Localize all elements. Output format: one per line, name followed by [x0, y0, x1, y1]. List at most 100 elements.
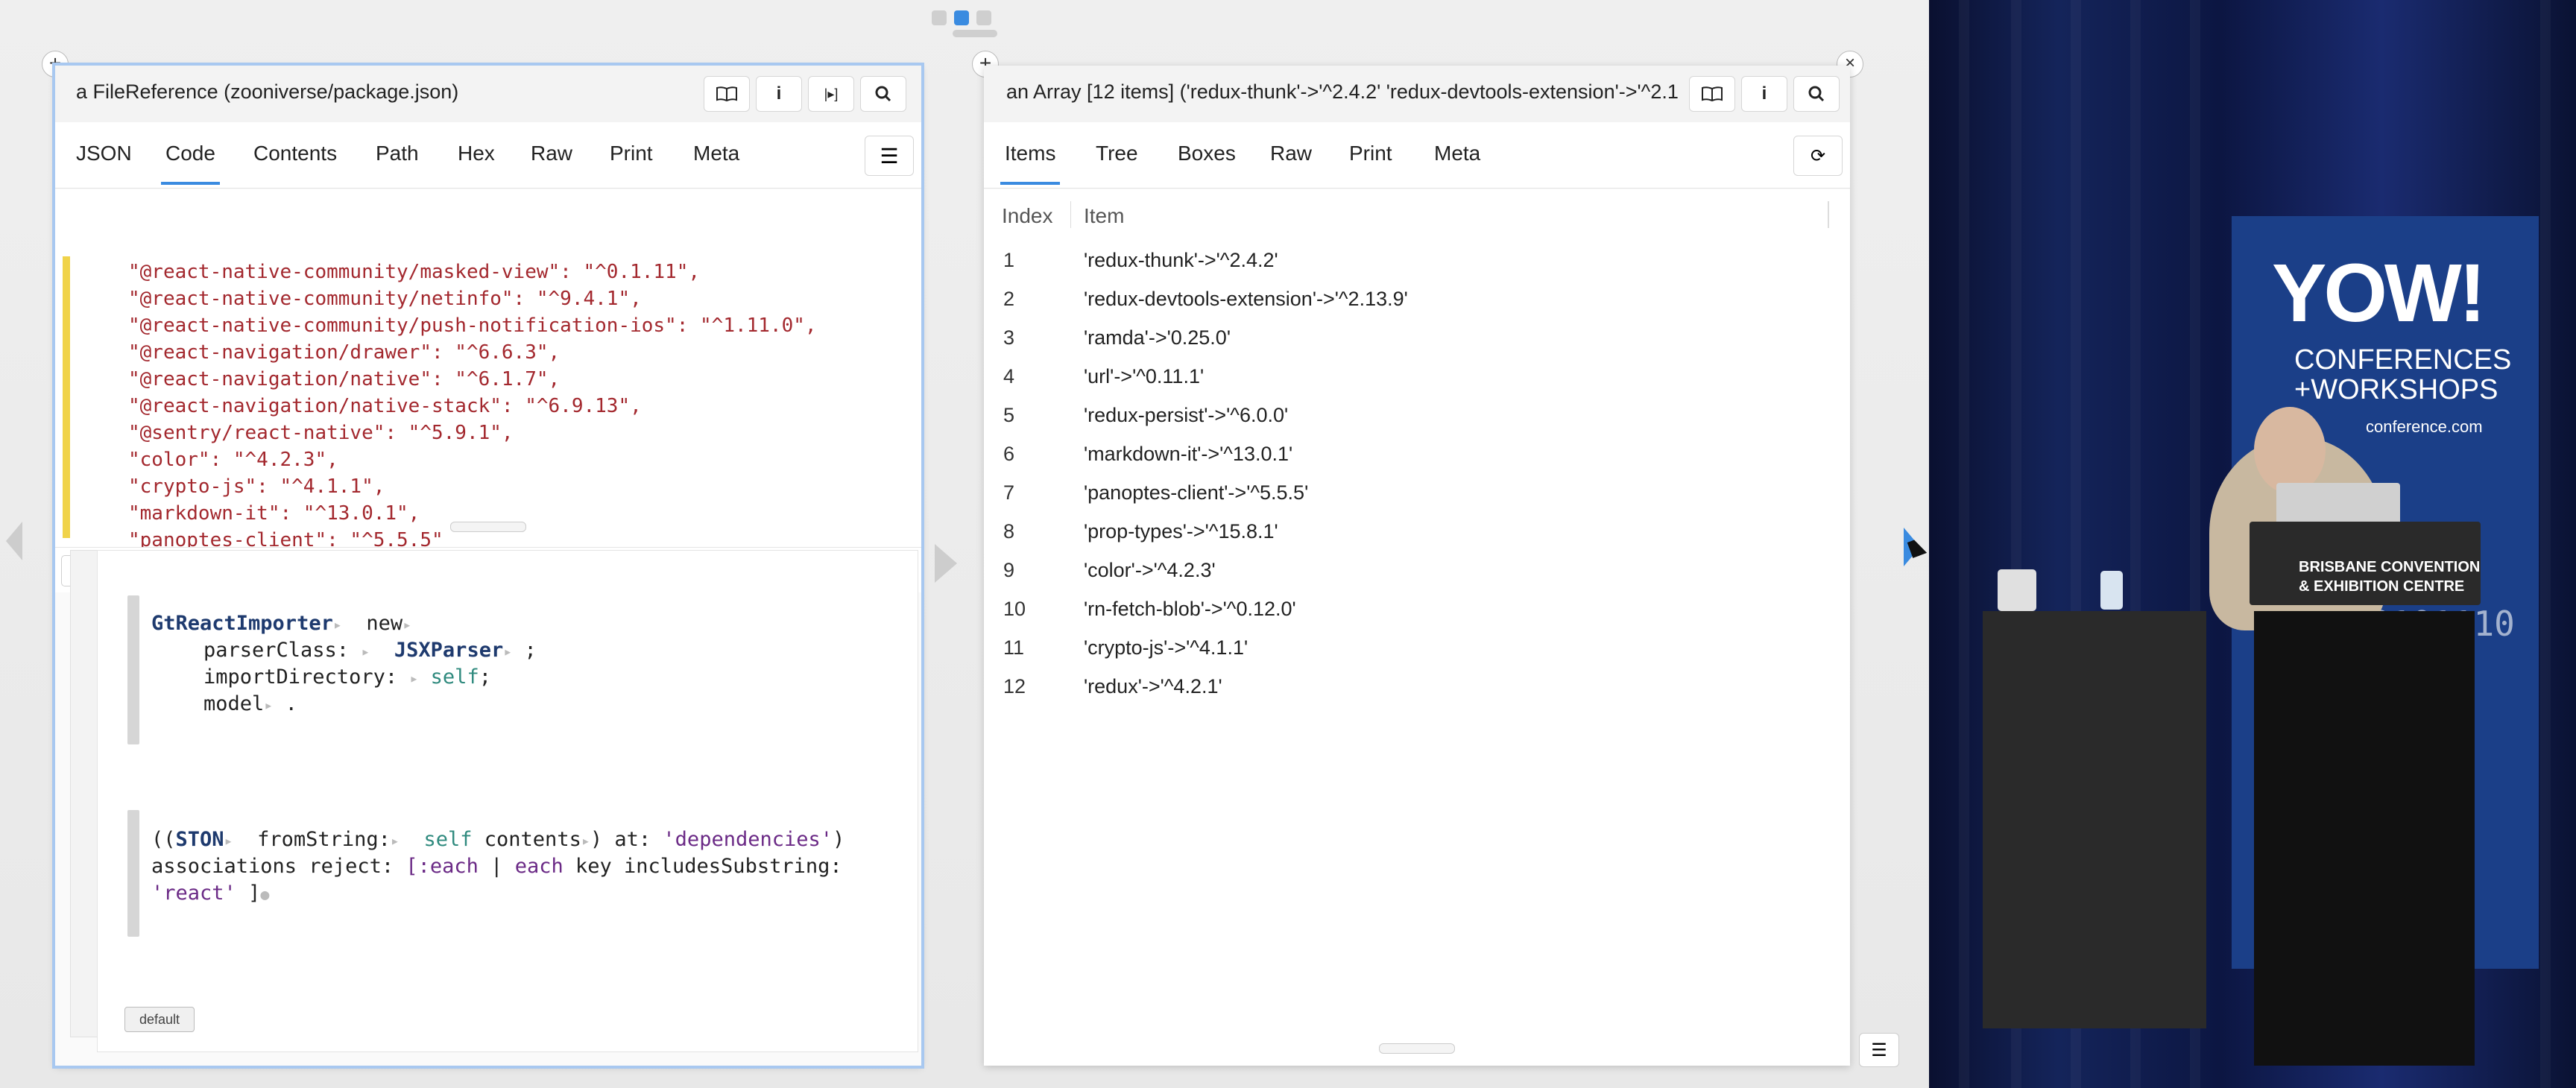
tab-print[interactable]: Print — [1349, 142, 1392, 165]
code-line: "@react-native-community/netinfo": "^9.4… — [128, 288, 642, 310]
row-item[interactable]: 'ramda'->'0.25.0' — [1084, 326, 1231, 350]
scroll-left-arrow-icon[interactable] — [6, 522, 22, 560]
tab-tree[interactable]: Tree — [1096, 142, 1138, 165]
side-table — [1983, 611, 2206, 1028]
hamburger-menu-icon[interactable]: ☰ — [1859, 1033, 1899, 1067]
code-line: "@react-native-community/masked-view": "… — [128, 261, 701, 283]
tab-raw[interactable]: Raw — [1270, 142, 1312, 165]
column-divider — [1828, 201, 1829, 228]
snippet-line[interactable]: ((STON▸ fromString:▸ self contents▸) at:… — [151, 828, 845, 851]
lectern-sign: BRISBANE CONVENTION & EXHIBITION CENTRE — [2250, 522, 2481, 605]
page-dot[interactable] — [976, 10, 991, 25]
tab-meta[interactable]: Meta — [693, 142, 739, 165]
book-icon[interactable] — [704, 76, 750, 112]
view-tabs: Items Tree Boxes Raw Print Meta ⟳ — [984, 122, 1850, 189]
array-inspector-pane: an Array [12 items] ('redux-thunk'->'^2.… — [984, 66, 1850, 1066]
row-item[interactable]: 'rn-fetch-blob'->'^0.12.0' — [1084, 598, 1296, 621]
tab-boxes[interactable]: Boxes — [1178, 142, 1236, 165]
tab-meta[interactable]: Meta — [1434, 142, 1480, 165]
tab-items[interactable]: Items — [1000, 142, 1061, 185]
speaker-head — [2254, 407, 2326, 493]
laptop — [2276, 483, 2400, 528]
default-button[interactable]: default — [124, 1007, 195, 1032]
water-bottle — [2100, 571, 2123, 610]
pane-header: an Array [12 items] ('redux-thunk'->'^2.… — [984, 66, 1850, 122]
curtain-fold — [1959, 0, 1969, 1088]
code-line: "color": "^4.2.3", — [128, 449, 338, 471]
page-dot[interactable] — [932, 10, 947, 25]
row-index: 12 — [1003, 675, 1026, 698]
column-divider — [1070, 201, 1071, 228]
snippet-line[interactable]: parserClass: ▸ JSXParser▸ ; — [203, 639, 537, 662]
banner-url: conference.com — [2366, 417, 2483, 436]
pane-header: a FileReference (zooniverse/package.json… — [55, 66, 921, 122]
tab-hex[interactable]: Hex — [458, 142, 495, 165]
code-line: "@react-native-community/push-notificati… — [128, 314, 817, 337]
row-item[interactable]: 'redux-thunk'->'^2.4.2' — [1084, 249, 1278, 272]
workspace: + + × a FileReference (zooniverse/packag… — [0, 0, 1929, 1088]
resize-handle[interactable] — [450, 522, 526, 532]
row-index: 3 — [1003, 326, 1015, 349]
banner-line: +WORKSHOPS — [2294, 374, 2498, 405]
book-icon[interactable] — [1689, 76, 1735, 112]
row-item[interactable]: 'prop-types'->'^15.8.1' — [1084, 520, 1278, 543]
column-header-index[interactable]: Index — [1002, 204, 1053, 228]
code-line: "markdown-it": "^13.0.1", — [128, 502, 420, 525]
row-item[interactable]: 'redux-persist'->'^6.0.0' — [1084, 404, 1288, 427]
row-item[interactable]: 'markdown-it'->'^13.0.1' — [1084, 443, 1292, 466]
column-header-item[interactable]: Item — [1084, 204, 1124, 228]
tab-raw[interactable]: Raw — [531, 142, 572, 165]
row-item[interactable]: 'color'->'^4.2.3' — [1084, 559, 1216, 582]
tab-path[interactable]: Path — [376, 142, 419, 165]
code-line: "@react-navigation/native-stack": "^6.9.… — [128, 395, 642, 417]
tab-json[interactable]: JSON — [76, 142, 132, 165]
code-editor[interactable]: "@react-native-community/masked-view": "… — [55, 189, 921, 547]
row-item[interactable]: 'crypto-js'->'^4.1.1' — [1084, 636, 1248, 660]
lectern-text: BRISBANE CONVENTION — [2299, 559, 2481, 575]
code-line: "@react-navigation/drawer": "^6.6.3", — [128, 341, 561, 364]
code-line: "@sentry/react-native": "^5.9.1", — [128, 422, 514, 444]
row-index: 6 — [1003, 443, 1015, 465]
page-dot-active[interactable] — [954, 10, 969, 25]
refresh-icon[interactable]: ⟳ — [1793, 136, 1843, 176]
row-index: 10 — [1003, 598, 1026, 620]
snippet-bar — [127, 810, 139, 937]
row-index: 11 — [1003, 636, 1025, 659]
row-index: 8 — [1003, 520, 1015, 543]
snippet-line[interactable]: GtReactImporter▸ new▸ — [151, 612, 411, 635]
tab-code[interactable]: Code — [161, 142, 220, 185]
banner-line: CONFERENCES — [2294, 344, 2512, 376]
row-index: 9 — [1003, 559, 1015, 581]
tab-contents[interactable]: Contents — [253, 142, 337, 165]
info-icon[interactable]: i — [1741, 76, 1787, 112]
pane-title: an Array [12 items] ('redux-thunk'->'^2.… — [1006, 80, 1679, 103]
search-icon[interactable] — [1793, 76, 1840, 112]
code-line: "panoptes-client": "^5.5.5" — [128, 529, 443, 547]
speaker-video: YOW! CONFERENCES +WORKSHOPS conference.c… — [1929, 0, 2576, 1088]
lectern-text: & EXHIBITION CENTRE — [2299, 578, 2465, 595]
hamburger-menu-icon[interactable]: ☰ — [865, 136, 914, 176]
row-item[interactable]: 'url'->'^0.11.1' — [1084, 365, 1204, 388]
snippet-line[interactable]: model▸ . — [203, 692, 297, 715]
lepiter-page: GtReactImporter▸ new▸ parserClass: ▸ JSX… — [97, 550, 918, 1052]
snippet-line[interactable]: 'react' ]● — [151, 882, 269, 905]
row-index: 1 — [1003, 249, 1015, 271]
row-index: 7 — [1003, 481, 1015, 504]
search-icon[interactable] — [860, 76, 906, 112]
view-tabs: JSON Code Contents Path Hex Raw Print Me… — [55, 122, 921, 189]
info-icon[interactable]: i — [756, 76, 802, 112]
tab-print[interactable]: Print — [610, 142, 653, 165]
resize-handle[interactable] — [1379, 1043, 1455, 1054]
play-icon[interactable]: |▸] — [808, 76, 854, 112]
row-item[interactable]: 'redux'->'^4.2.1' — [1084, 675, 1222, 698]
snippet-line[interactable]: associations reject: [:each | each key i… — [151, 855, 842, 878]
container — [1998, 569, 2036, 611]
curtain-fold — [2540, 0, 2551, 1088]
row-item[interactable]: 'redux-devtools-extension'->'^2.13.9' — [1084, 288, 1408, 311]
lectern — [2254, 611, 2475, 1066]
row-item[interactable]: 'panoptes-client'->'^5.5.5' — [1084, 481, 1308, 505]
pane-separator-arrow-icon[interactable] — [935, 544, 957, 583]
items-list[interactable]: Index Item 1 'redux-thunk'->'^2.4.2' 2 '… — [984, 189, 1850, 1066]
snippet-line[interactable]: importDirectory: ▸ self; — [203, 665, 491, 689]
row-index: 4 — [1003, 365, 1015, 388]
